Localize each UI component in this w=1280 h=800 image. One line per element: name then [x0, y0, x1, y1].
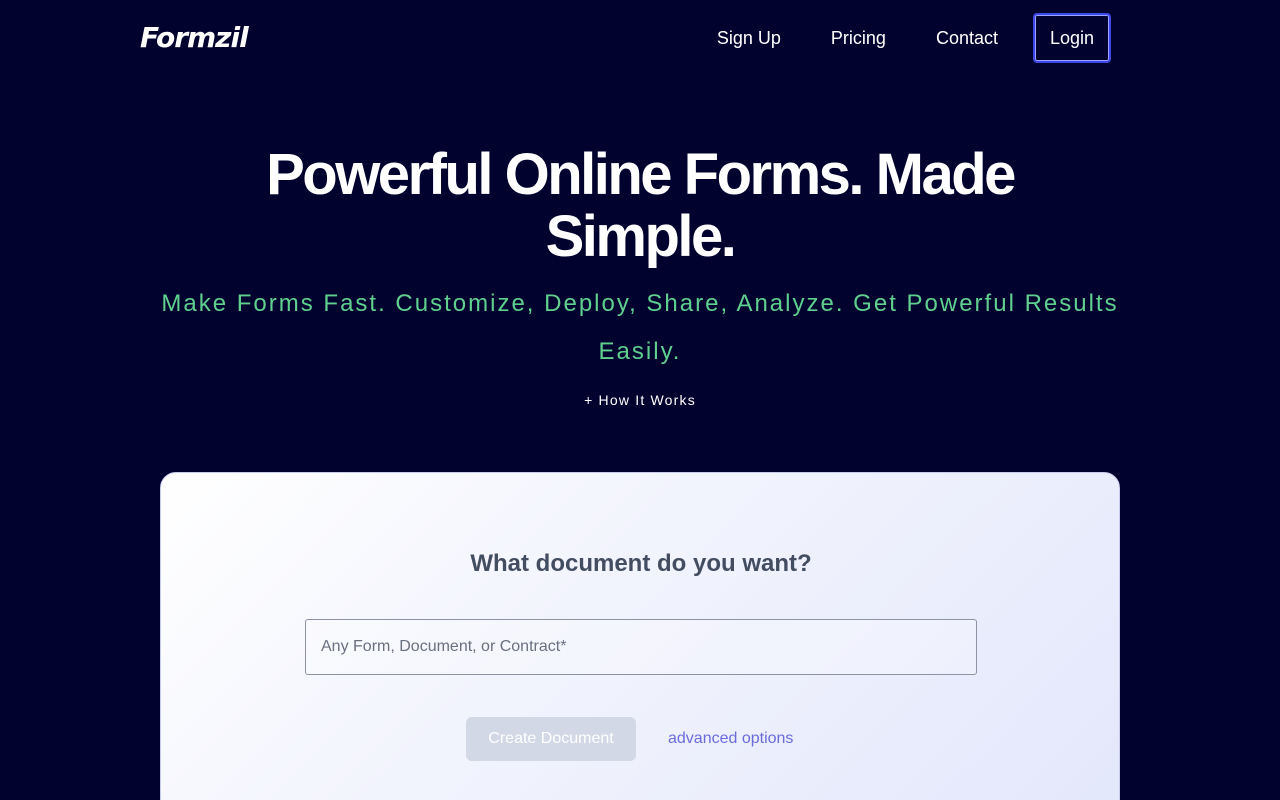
create-document-button[interactable]: Create Document — [466, 717, 636, 761]
nav-contact[interactable]: Contact — [936, 13, 998, 63]
nav-sign-up[interactable]: Sign Up — [717, 13, 781, 63]
logo-text: Formzil — [140, 21, 249, 54]
nav-pricing[interactable]: Pricing — [831, 13, 886, 63]
document-search-input[interactable] — [305, 619, 977, 675]
page: Formzil Sign Up Pricing Contact Login Po… — [0, 0, 1280, 800]
hero-title: Powerful Online Forms. Made Simple. — [266, 142, 1016, 269]
advanced-options-link[interactable]: advanced options — [668, 717, 793, 761]
site-header: Formzil Sign Up Pricing Contact Login — [0, 0, 1280, 76]
document-request-card: What document do you want? Create Docume… — [160, 472, 1120, 800]
main-nav: Sign Up Pricing Contact Login — [717, 13, 1111, 63]
how-it-works-link[interactable]: + How It Works — [490, 388, 790, 412]
brand-logo[interactable]: Formzil — [140, 21, 249, 54]
login-button[interactable]: Login — [1033, 13, 1111, 63]
hero-subtitle: Make Forms Fast. Customize, Deploy, Shar… — [161, 290, 1119, 365]
card-title: What document do you want? — [470, 550, 812, 577]
